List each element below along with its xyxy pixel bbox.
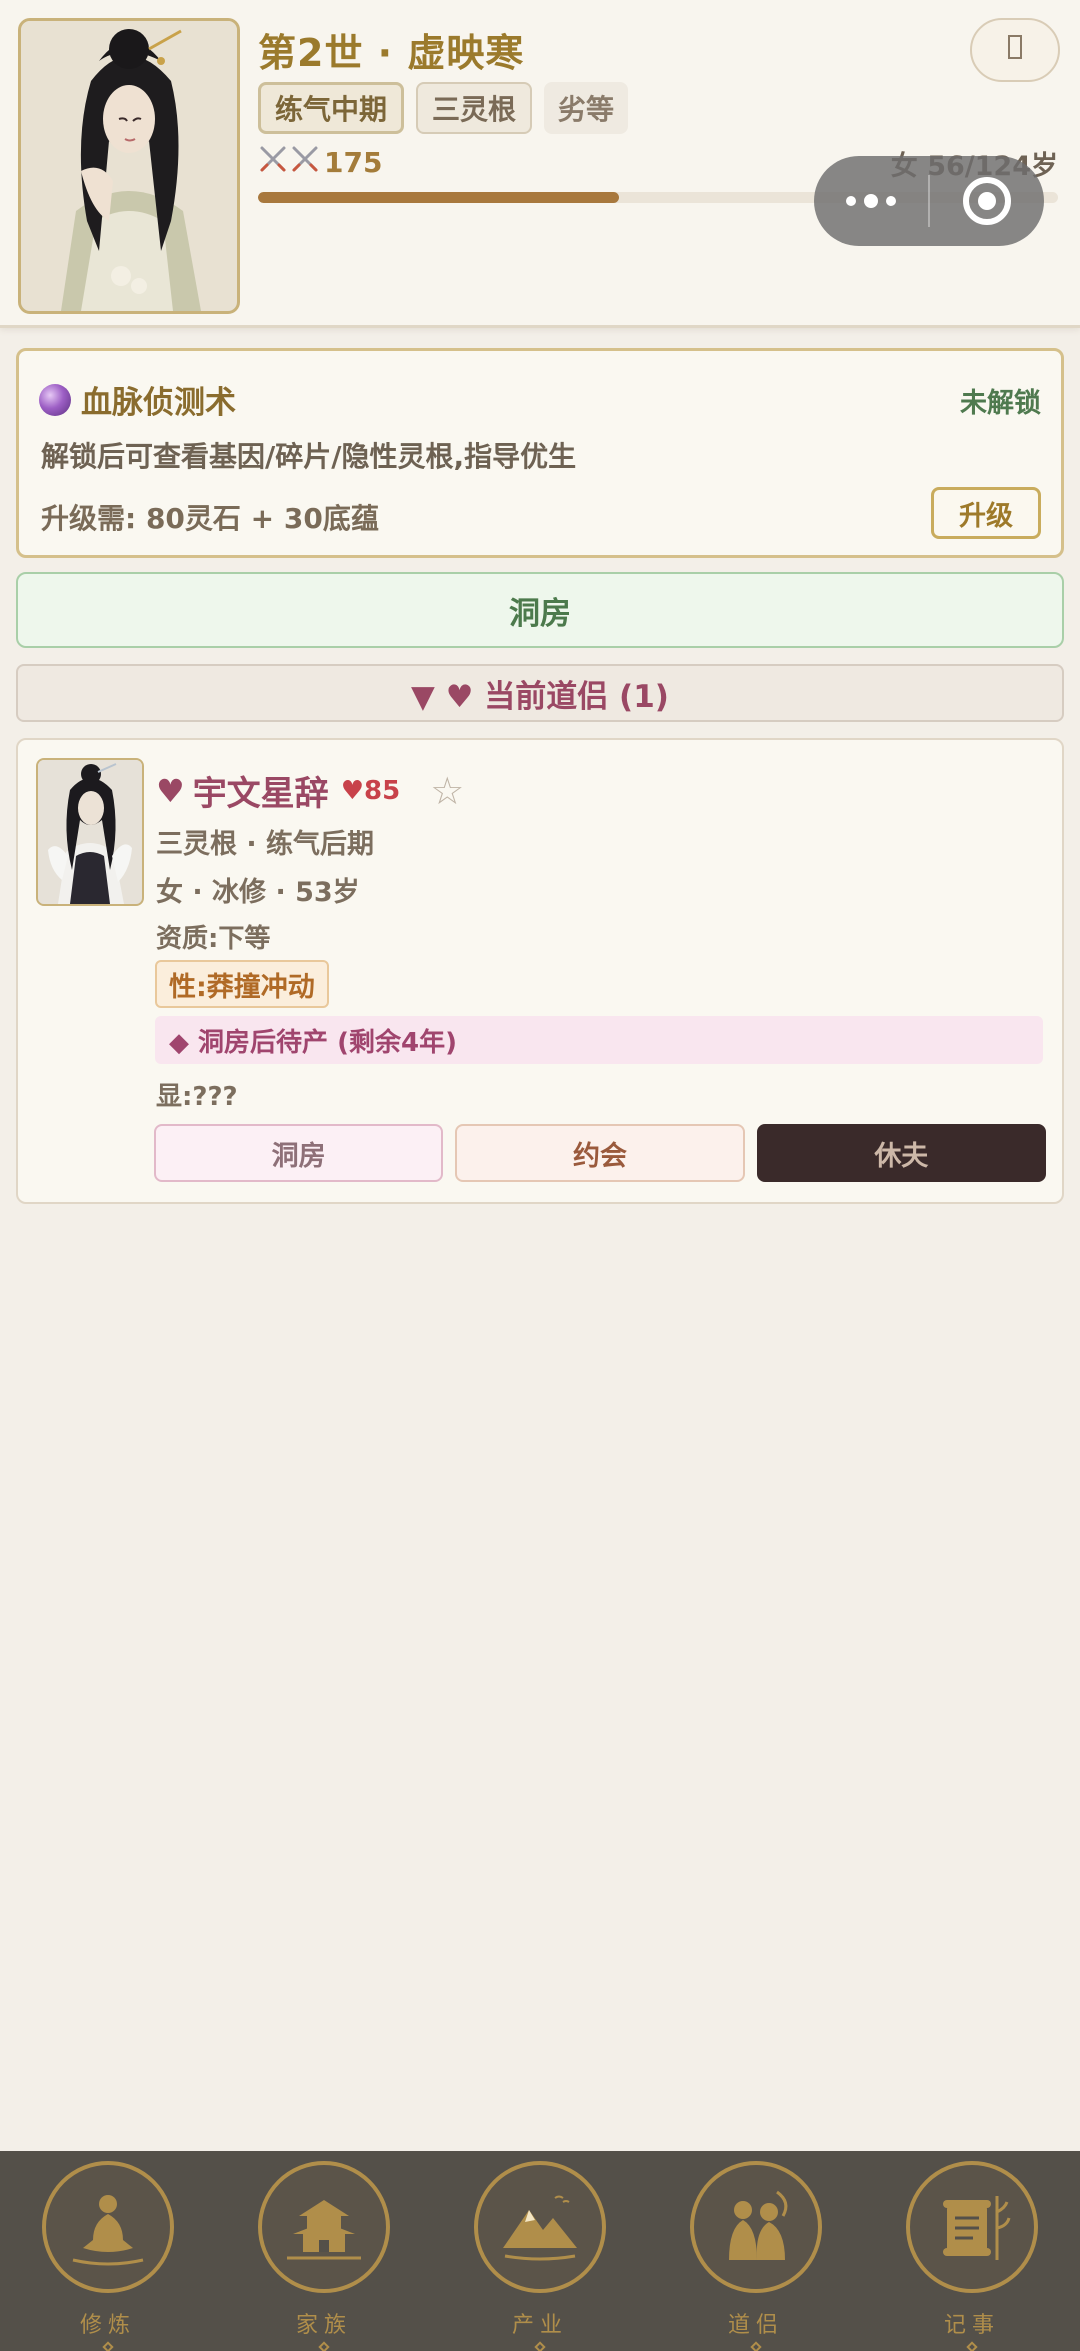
menu-button[interactable] <box>970 18 1060 82</box>
grade-badge: 劣等 <box>544 82 629 134</box>
upgrade-button[interactable]: 升级 <box>931 487 1041 539</box>
partner-divorce-button[interactable]: 休夫 <box>756 1124 1046 1182</box>
combat-power: 175 <box>258 144 382 181</box>
partner-portrait-image <box>38 760 142 904</box>
generation-title-row: 第2世 · 虚映寒 <box>258 22 524 77</box>
partner-card: ♥ 宇文星辞 ♥85 ☆ 三灵根 · 练气后期 女 · 冰修 · 53岁 资质:… <box>16 738 1064 1204</box>
couple-icon <box>690 2161 822 2293</box>
nav-item-records[interactable]: 记事 <box>882 2161 1062 2351</box>
favorite-star-icon[interactable]: ☆ <box>430 769 464 813</box>
menu-icon <box>1007 34 1023 67</box>
bloodline-detection-card: 血脉侦测术 未解锁 解锁后可查看基因/碎片/隐性灵根,指导优生 升级需: 80灵… <box>16 348 1064 558</box>
bridal-chamber-button[interactable]: 洞房 <box>16 572 1064 648</box>
target-close-icon[interactable] <box>930 177 1044 225</box>
more-dots-icon[interactable] <box>814 194 928 208</box>
spirit-root-badge: 三灵根 <box>416 82 533 134</box>
bloodline-cost: 升级需: 80灵石 + 30底蕴 <box>41 502 379 535</box>
partner-name-row: ♥ 宇文星辞 ♥85 ☆ <box>156 766 464 815</box>
partner-portrait[interactable] <box>36 758 144 906</box>
partner-roots-realm: 三灵根 · 练气后期 <box>156 829 375 860</box>
nav-item-industry[interactable]: 产业 <box>450 2161 630 2351</box>
partner-actions: 洞房 约会 休夫 <box>154 1124 1046 1182</box>
character-tags: 练气中期 三灵根 劣等 <box>258 82 629 134</box>
partner-hidden-trait: 显:??? <box>156 1082 238 1112</box>
heart-icon: ♥ <box>156 771 185 810</box>
partner-bridal-button[interactable]: 洞房 <box>154 1124 444 1182</box>
partner-name: 宇文星辞 <box>192 774 329 814</box>
nav-item-family[interactable]: 家族 <box>234 2161 414 2351</box>
nav-label-cultivate: 修炼 <box>79 2313 136 2338</box>
bottom-navigation: 修炼 家族 产业 道侣 记事 <box>0 2151 1080 2351</box>
bloodline-status: 未解锁 <box>960 388 1041 419</box>
character-header: 第2世 · 虚映寒 练气中期 三灵根 劣等 175 女 56/124岁 <box>0 0 1080 328</box>
bloodline-description: 解锁后可查看基因/碎片/隐性灵根,指导优生 <box>41 440 577 473</box>
partner-trait-badge: 性:莽撞冲动 <box>155 960 329 1008</box>
nav-label-partner: 道侣 <box>727 2313 784 2338</box>
character-portrait[interactable] <box>18 18 240 314</box>
nav-item-partner[interactable]: 道侣 <box>666 2161 846 2351</box>
partner-profile: 女 · 冰修 · 53岁 <box>156 877 360 908</box>
pavilion-icon <box>258 2161 390 2293</box>
generation-title: 第2世 · 虚映寒 <box>258 31 525 75</box>
scroll-icon <box>906 2161 1038 2293</box>
nav-label-industry: 产业 <box>511 2313 568 2338</box>
character-portrait-image <box>21 21 237 311</box>
favor-value: ♥85 <box>340 775 401 806</box>
miniprogram-capsule <box>814 156 1044 246</box>
lifespan-progress-fill <box>258 192 620 203</box>
bloodline-title-row: 血脉侦测术 <box>39 377 236 422</box>
pregnancy-status-bar: ◆ 洞房后待产 (剩余4年) <box>155 1016 1043 1064</box>
realm-badge: 练气中期 <box>258 82 405 134</box>
nav-item-cultivate[interactable]: 修炼 <box>18 2161 198 2351</box>
crossed-swords-icon <box>258 144 322 181</box>
nav-label-family: 家族 <box>295 2313 352 2338</box>
combat-power-value: 175 <box>324 146 383 179</box>
partner-date-button[interactable]: 约会 <box>455 1124 745 1182</box>
partner-aptitude: 资质:下等 <box>156 924 271 954</box>
crystal-ball-icon <box>39 383 71 416</box>
nav-label-records: 记事 <box>943 2313 1000 2338</box>
mountain-icon <box>474 2161 606 2293</box>
current-partners-toggle[interactable]: ▼ ♥ 当前道侣 (1) <box>16 664 1064 722</box>
meditation-icon <box>42 2161 174 2293</box>
bloodline-title: 血脉侦测术 <box>81 385 236 421</box>
